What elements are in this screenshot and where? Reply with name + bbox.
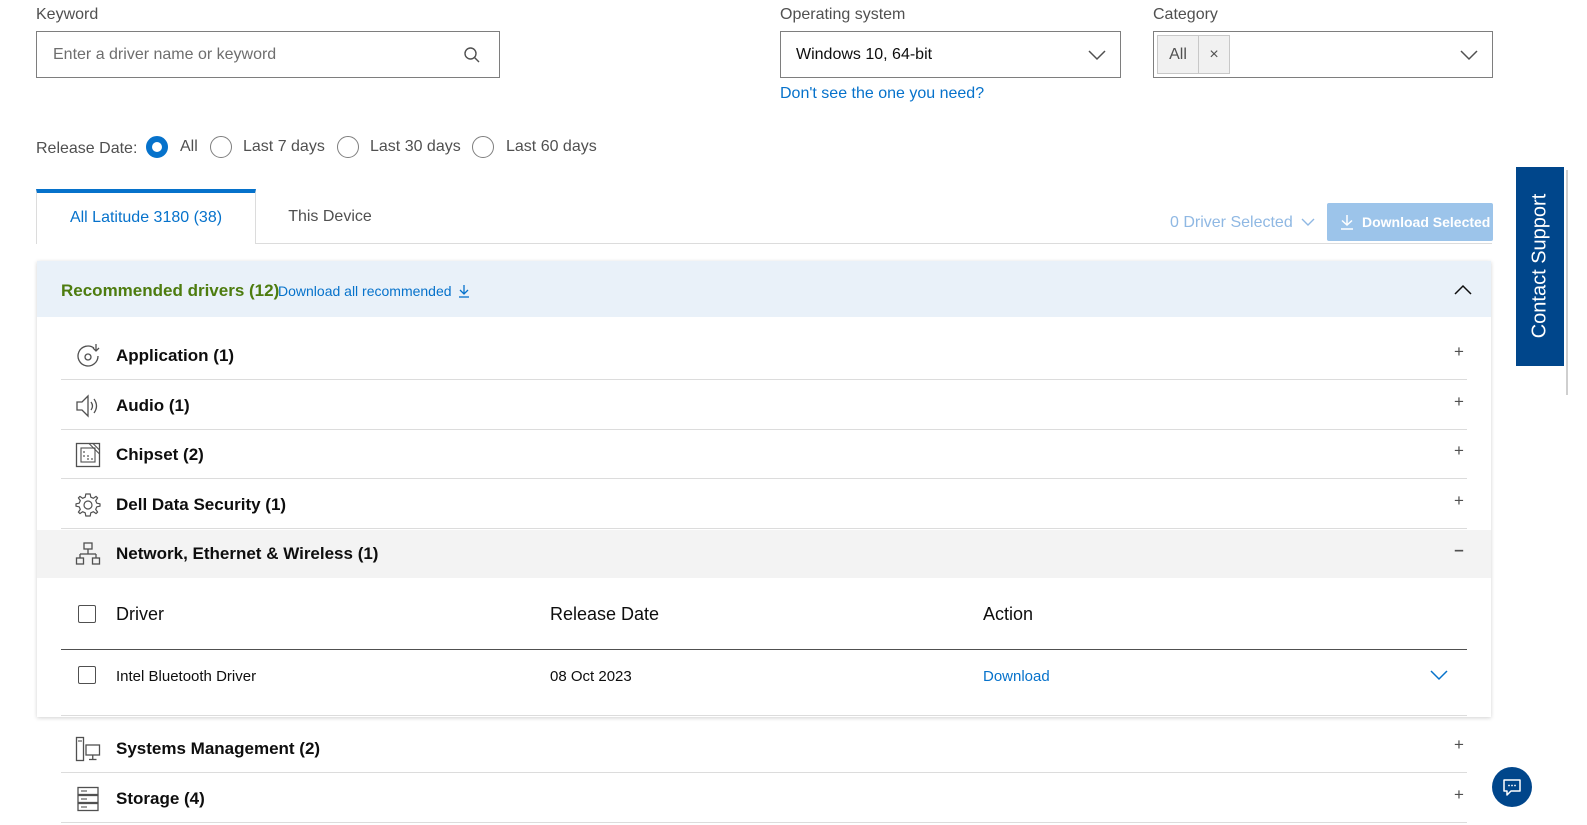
release-date-30-days-radio[interactable] <box>337 136 359 158</box>
search-icon[interactable] <box>463 46 481 64</box>
release-date-all-radio[interactable] <box>146 136 168 158</box>
category-row-dell-data-security[interactable]: Dell Data Security (1) + <box>61 480 1467 529</box>
keyword-search-input[interactable]: Enter a driver name or keyword <box>36 31 500 78</box>
storage-icon <box>77 786 99 812</box>
download-all-recommended-label: Download all recommended <box>278 283 452 299</box>
category-select[interactable]: All × <box>1153 31 1493 78</box>
chipset-icon <box>75 442 101 468</box>
download-selected-button[interactable]: Download Selected <box>1327 203 1493 241</box>
category-name: Systems Management (2) <box>116 739 321 758</box>
chat-icon <box>1503 779 1521 796</box>
gear-icon <box>75 493 101 517</box>
expand-icon[interactable]: + <box>1451 392 1467 412</box>
category-name: Application (1) <box>116 346 235 365</box>
os-selected-value: Windows 10, 64-bit <box>796 46 933 63</box>
tab-this-device[interactable]: This Device <box>256 193 404 243</box>
chevron-down-icon[interactable] <box>1430 670 1448 681</box>
tab-all-latitude-label: All Latitude 3180 (38) <box>69 209 223 226</box>
os-label: Operating system <box>780 6 906 23</box>
os-help-link[interactable]: Don't see the one you need? <box>780 85 984 103</box>
keyword-placeholder: Enter a driver name or keyword <box>53 46 277 63</box>
driver-selected-dropdown[interactable]: 0 Driver Selected <box>1170 214 1315 232</box>
release-date-label: Release Date: <box>36 140 138 157</box>
driver-download-link[interactable]: Download <box>983 668 1050 685</box>
driver-release-date: 08 Oct 2023 <box>550 668 632 685</box>
download-all-recommended-link[interactable]: Download all recommended <box>278 283 470 299</box>
table-row: Intel Bluetooth Driver 08 Oct 2023 Downl… <box>61 650 1467 716</box>
page-scrollbar[interactable] <box>1566 170 1568 395</box>
download-icon <box>1341 215 1353 230</box>
category-name: Dell Data Security (1) <box>116 495 287 514</box>
recommended-title: Recommended drivers (12) <box>61 281 280 300</box>
category-row-network[interactable]: Network, Ethernet & Wireless (1) – <box>61 529 1467 578</box>
release-date-30-days-label[interactable]: Last 30 days <box>370 138 461 156</box>
release-date-7-days-label[interactable]: Last 7 days <box>243 138 325 156</box>
download-selected-label: Download Selected <box>1362 214 1491 230</box>
driver-column-header: Driver <box>116 604 164 624</box>
driver-selected-label: 0 Driver Selected <box>1170 214 1293 231</box>
expand-icon[interactable]: + <box>1451 441 1467 461</box>
contact-support-tab[interactable]: Contact Support <box>1516 167 1564 366</box>
chevron-down-icon <box>1301 218 1315 227</box>
chevron-down-icon <box>1460 50 1478 61</box>
category-label: Category <box>1153 6 1218 23</box>
category-name: Network, Ethernet & Wireless (1) <box>116 544 379 563</box>
keyword-label: Keyword <box>36 6 99 23</box>
category-row-audio[interactable]: Audio (1) + <box>61 381 1467 430</box>
category-chip: All × <box>1157 35 1230 74</box>
action-column-header: Action <box>983 604 1034 624</box>
systems-management-icon <box>75 736 101 762</box>
release-date-7-days-radio[interactable] <box>210 136 232 158</box>
driver-row-checkbox[interactable] <box>78 666 96 684</box>
tab-all-latitude[interactable]: All Latitude 3180 (38) <box>36 189 256 244</box>
download-icon <box>459 285 470 298</box>
release-date-60-days-radio[interactable] <box>472 136 494 158</box>
os-select[interactable]: Windows 10, 64-bit <box>780 31 1121 78</box>
category-row-storage[interactable]: Storage (4) + <box>61 774 1467 823</box>
expand-icon[interactable]: + <box>1451 491 1467 511</box>
collapse-icon[interactable]: – <box>1451 540 1467 560</box>
chevron-down-icon <box>1088 50 1106 61</box>
category-name: Storage (4) <box>116 789 205 808</box>
chevron-up-icon[interactable] <box>1454 284 1472 295</box>
category-row-application[interactable]: Application (1) + <box>61 331 1467 380</box>
contact-support-label: Contact Support <box>1528 193 1551 339</box>
category-chip-remove-button[interactable]: × <box>1199 36 1229 73</box>
network-icon <box>75 542 101 565</box>
speaker-icon <box>76 394 98 418</box>
release-date-60-days-label[interactable]: Last 60 days <box>506 138 597 156</box>
tab-this-device-label: This Device <box>288 208 372 225</box>
expand-icon[interactable]: + <box>1451 785 1467 805</box>
category-row-systems-management[interactable]: Systems Management (2) + <box>61 724 1467 773</box>
expand-icon[interactable]: + <box>1451 735 1467 755</box>
select-all-checkbox[interactable] <box>78 605 96 623</box>
category-row-chipset[interactable]: Chipset (2) + <box>61 430 1467 479</box>
recommended-header[interactable]: Recommended drivers (12) Download all re… <box>37 261 1491 317</box>
driver-name: Intel Bluetooth Driver <box>116 668 257 685</box>
release-date-all-label[interactable]: All <box>180 138 198 156</box>
category-name: Chipset (2) <box>116 445 204 464</box>
category-chip-label: All <box>1158 36 1199 73</box>
expand-icon[interactable]: + <box>1451 342 1467 362</box>
category-name: Audio (1) <box>116 396 190 415</box>
chat-button[interactable] <box>1492 767 1532 807</box>
application-icon <box>77 344 100 367</box>
release-date-column-header: Release Date <box>550 604 660 624</box>
